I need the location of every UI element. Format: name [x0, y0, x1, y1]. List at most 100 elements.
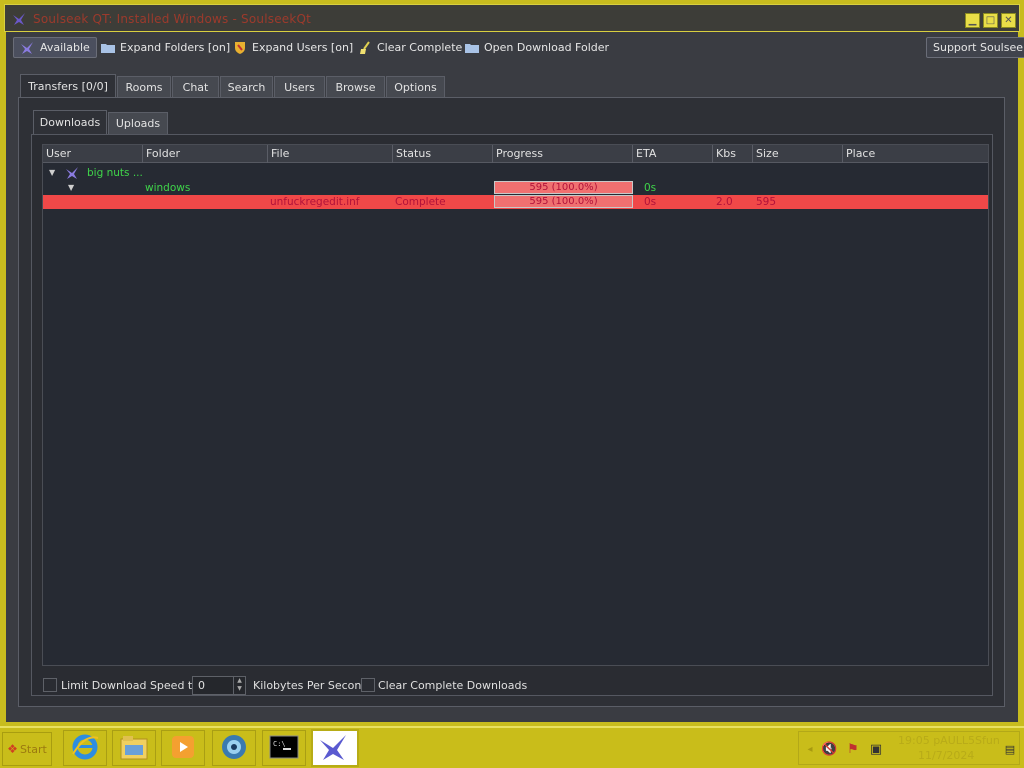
app-icon — [11, 11, 27, 27]
spin-down-icon[interactable]: ▼ — [234, 685, 245, 693]
network-icon[interactable]: ▣ — [868, 742, 884, 758]
tab-label: Search — [227, 81, 266, 94]
taskbar-internet-explorer[interactable] — [63, 730, 107, 766]
clear-complete-label: Clear Complete — [377, 41, 463, 54]
window-title: Soulseek QT: Installed Windows - Soulsee… — [33, 12, 312, 26]
progress-bar: 595 (100.0%) — [494, 195, 633, 208]
file-explorer-icon — [119, 733, 149, 764]
internet-explorer-icon — [70, 732, 100, 765]
show-hidden-icons-icon[interactable]: ◂ — [802, 742, 818, 758]
eta-value: 0s — [644, 182, 657, 194]
column-kbs[interactable]: Kbs — [713, 145, 753, 163]
column-size[interactable]: Size — [753, 145, 843, 163]
expand-arrow-icon[interactable]: ▼ — [68, 181, 74, 195]
table-header: User Folder File Status Progress ETA Kbs… — [43, 145, 988, 163]
maximize-button[interactable]: □ — [983, 13, 998, 28]
taskbar-media-player[interactable] — [161, 730, 205, 766]
column-user[interactable]: User — [43, 145, 143, 163]
toolbar: Available Expand Folders [on] Expand Use… — [6, 32, 1024, 64]
clear-complete-downloads-checkbox[interactable] — [361, 678, 375, 692]
tab-downloads[interactable]: Downloads — [33, 110, 107, 134]
status-button[interactable]: Available — [13, 37, 97, 58]
tab-label: Transfers [0/0] — [28, 80, 108, 93]
notification-icon[interactable]: ▤ — [1002, 742, 1018, 758]
status-value: Complete — [395, 196, 446, 208]
minimize-icon: ▁ — [968, 14, 977, 26]
table-row-folder[interactable]: ▼ windows 595 (100.0%) 0s — [43, 181, 988, 195]
tab-label: Users — [284, 81, 315, 94]
tab-options[interactable]: Options — [386, 76, 445, 98]
tab-label: Rooms — [125, 81, 163, 94]
expand-folders-button[interactable]: Expand Folders [on] — [96, 37, 234, 58]
folder-icon — [464, 41, 480, 55]
expand-arrow-icon[interactable]: ▼ — [49, 166, 55, 180]
speed-spinner[interactable]: ▲ ▼ — [233, 677, 245, 694]
tab-browse[interactable]: Browse — [326, 76, 385, 98]
title-bar[interactable]: Soulseek QT: Installed Windows - Soulsee… — [4, 4, 1020, 32]
start-label: Start — [19, 742, 47, 756]
column-progress[interactable]: Progress — [493, 145, 633, 163]
kbs-value: 2.0 — [716, 196, 733, 208]
taskbar: ❖ Start C:\ ◂ 🔇 ⚑ ▣ ▤ 19:05 pAULL5Sfun 1… — [0, 726, 1024, 768]
command-prompt-icon: C:\ — [269, 734, 299, 763]
limit-speed-label: Limit Download Speed to — [61, 679, 199, 692]
windows-logo-icon: ❖ — [7, 742, 18, 756]
taskbar-command-prompt[interactable]: C:\ — [262, 730, 306, 766]
column-file[interactable]: File — [268, 145, 393, 163]
column-folder[interactable]: Folder — [143, 145, 268, 163]
support-label: Support Soulseek! — [933, 41, 1024, 54]
tab-transfers[interactable]: Transfers [0/0] — [20, 74, 116, 98]
expand-users-label: Expand Users [on] — [252, 41, 354, 54]
main-window: Soulseek QT: Installed Windows - Soulsee… — [0, 0, 1024, 726]
tab-label: Downloads — [39, 116, 101, 129]
tab-search[interactable]: Search — [220, 76, 273, 98]
users-shield-icon — [232, 41, 248, 55]
tab-chat[interactable]: Chat — [172, 76, 219, 98]
start-button[interactable]: ❖ Start — [2, 732, 52, 766]
file-name: unfuckregedit.inf — [270, 196, 360, 208]
support-soulseek-button[interactable]: Support Soulseek! — [926, 37, 1024, 58]
kbps-label: Kilobytes Per Second — [253, 679, 369, 692]
clock-date[interactable]: 11/7/2024 — [918, 749, 974, 762]
close-icon: ✕ — [1004, 14, 1013, 26]
broom-icon — [357, 40, 373, 55]
volume-muted-icon[interactable]: 🔇 — [821, 742, 837, 758]
progress-bar: 595 (100.0%) — [494, 181, 633, 194]
tab-uploads[interactable]: Uploads — [108, 112, 168, 134]
maximize-icon: □ — [985, 14, 996, 26]
tab-users[interactable]: Users — [274, 76, 325, 98]
svg-text:C:\: C:\ — [273, 740, 286, 748]
folder-icon — [100, 41, 116, 55]
taskbar-file-explorer[interactable] — [112, 730, 156, 766]
column-place[interactable]: Place — [843, 145, 988, 163]
user-name: big nuts ... — [87, 167, 143, 179]
taskbar-soulseek[interactable] — [311, 729, 359, 767]
soulseek-bird-icon — [20, 41, 36, 55]
eta-value: 0s — [644, 196, 657, 208]
minimize-button[interactable]: ▁ — [965, 13, 980, 28]
limit-speed-checkbox[interactable] — [43, 678, 57, 692]
soulseek-bird-icon — [318, 732, 352, 765]
open-download-folder-button[interactable]: Open Download Folder — [460, 37, 613, 58]
tab-rooms[interactable]: Rooms — [117, 76, 171, 98]
media-player-icon — [169, 733, 197, 764]
status-label: Available — [40, 41, 90, 54]
clear-complete-downloads-label: Clear Complete Downloads — [378, 679, 528, 692]
close-button[interactable]: ✕ — [1001, 13, 1016, 28]
folder-name: windows — [145, 182, 191, 194]
downloads-table[interactable]: User Folder File Status Progress ETA Kbs… — [42, 144, 989, 666]
column-status[interactable]: Status — [393, 145, 493, 163]
expand-users-button[interactable]: Expand Users [on] — [228, 37, 357, 58]
column-eta[interactable]: ETA — [633, 145, 713, 163]
table-row-file[interactable]: unfuckregedit.inf Complete 595 (100.0%) … — [43, 195, 988, 209]
clear-complete-button[interactable]: Clear Complete — [353, 37, 466, 58]
expand-folders-label: Expand Folders [on] — [120, 41, 231, 54]
flag-error-icon[interactable]: ⚑ — [845, 742, 861, 758]
taskbar-browser[interactable] — [212, 730, 256, 766]
spin-up-icon[interactable]: ▲ — [234, 677, 245, 685]
browser-globe-icon — [219, 732, 249, 765]
table-row-user[interactable]: ▼ big nuts ... — [43, 166, 988, 180]
clock-time[interactable]: 19:05 pAULL5Sfun — [898, 734, 1000, 747]
progress-text: 595 (100.0%) — [529, 196, 598, 207]
tab-label: Chat — [182, 81, 209, 94]
